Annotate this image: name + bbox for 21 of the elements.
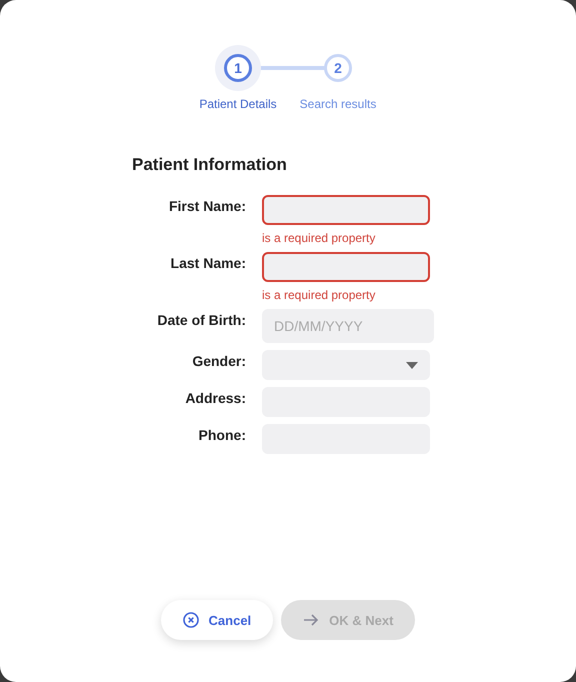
step-number[interactable]: 2 bbox=[324, 54, 352, 82]
arrow-right-icon bbox=[303, 614, 320, 626]
dropdown-field[interactable] bbox=[262, 350, 430, 380]
section-title: Patient Information bbox=[132, 155, 288, 175]
date-field[interactable]: DD/MM/YYYY bbox=[262, 309, 434, 343]
step-label: Search results bbox=[300, 97, 376, 111]
error-message: is a required property bbox=[262, 288, 376, 302]
input-field[interactable] bbox=[262, 252, 430, 282]
error-message: is a required property bbox=[262, 231, 376, 245]
step-label: Patient Details bbox=[199, 97, 277, 111]
step-number[interactable]: 1 bbox=[224, 54, 252, 82]
field-label: Gender: bbox=[191, 352, 246, 371]
cancel-button[interactable]: Cancel bbox=[160, 600, 274, 640]
input-field[interactable] bbox=[262, 195, 430, 225]
field-label: Address: bbox=[184, 389, 246, 408]
field-label: First Name: bbox=[168, 197, 246, 216]
caret-icon bbox=[406, 362, 418, 368]
close-circle-icon bbox=[182, 612, 199, 628]
field-label: Date of Birth: bbox=[156, 311, 246, 330]
field-label: Phone: bbox=[198, 426, 246, 445]
field-label: Last Name: bbox=[170, 254, 246, 273]
